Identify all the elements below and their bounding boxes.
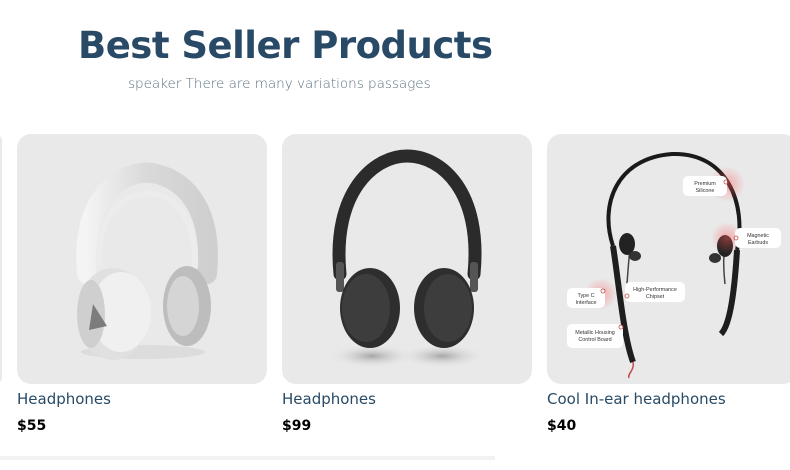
label-chipset-1: High-Performance <box>633 287 677 293</box>
black-headphones-image <box>328 149 486 368</box>
product-name[interactable]: Headphones <box>17 390 111 408</box>
neckband-earphones-image: Premium Silicone Magnetic Earbuds High-P… <box>567 151 781 379</box>
label-housing-2: Control Board <box>578 337 611 343</box>
product-price: $55 <box>17 418 47 434</box>
label-typec-2: Interface <box>576 300 597 306</box>
section-divider <box>0 456 495 460</box>
previous-product-card-edge[interactable] <box>0 134 2 384</box>
label-chipset-2: Chipset <box>646 294 665 300</box>
product-card-2[interactable] <box>282 134 532 384</box>
product-name[interactable]: Cool In-ear headphones <box>547 390 726 408</box>
label-premium-2: Silicone <box>696 188 715 194</box>
product-card-1[interactable] <box>17 134 267 384</box>
product-name[interactable]: Headphones <box>282 390 376 408</box>
label-magnetic-2: Earbuds <box>748 240 768 246</box>
section-subtitle: speaker There are many variations passag… <box>128 76 431 92</box>
label-magnetic-1: Magnetic <box>747 233 769 239</box>
product-price: $99 <box>282 418 312 434</box>
label-premium-1: Premium <box>694 181 716 187</box>
product-price: $40 <box>547 418 577 434</box>
section-title: Best Seller Products <box>78 24 493 67</box>
label-housing-1: Metallic Housing <box>575 330 615 336</box>
product-card-3[interactable]: Premium Silicone Magnetic Earbuds High-P… <box>547 134 790 384</box>
label-typec-1: Type C <box>577 293 594 299</box>
white-headphones-image <box>76 162 218 360</box>
